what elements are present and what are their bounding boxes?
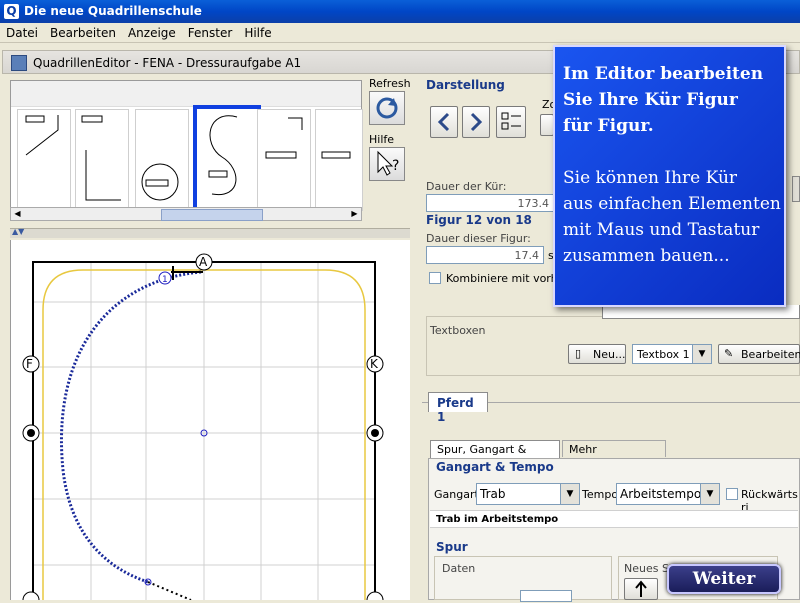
marker-right-bottom xyxy=(366,591,384,603)
help-cursor-icon: ? xyxy=(377,150,399,176)
help-button[interactable]: ? xyxy=(369,147,405,181)
daten-label: Daten xyxy=(442,562,476,575)
letter-k: K xyxy=(370,357,379,371)
figure-thumbnail[interactable] xyxy=(257,109,311,211)
scroll-right-icon[interactable]: ▶ xyxy=(349,209,360,219)
dropdown-arrow-icon[interactable]: ▼ xyxy=(700,484,719,504)
daten-field[interactable] xyxy=(520,590,572,602)
checklist-button[interactable] xyxy=(496,106,526,138)
textbox-edit-label: Bearbeiten... xyxy=(741,348,800,361)
refresh-button[interactable] xyxy=(369,91,405,125)
tutorial-overlay: Im Editor bearbeiten Sie Ihre Kür Figur … xyxy=(553,45,786,307)
tab-mehr-einstellungen[interactable]: Mehr Einstellungen xyxy=(562,440,666,469)
figure-title: Figur 12 von 18 xyxy=(426,213,532,227)
tab-spur-gangart[interactable]: Spur, Gangart & Tempo xyxy=(430,440,560,469)
rueckwaerts-checkbox[interactable] xyxy=(726,488,738,500)
figure-thumbnail[interactable] xyxy=(75,109,129,211)
spur-up-button[interactable] xyxy=(624,578,658,600)
arrow-up-icon xyxy=(635,580,647,597)
textbox-new-button[interactable]: ▯ Neu... xyxy=(568,344,626,364)
menu-datei[interactable]: Datei xyxy=(0,23,44,40)
letter-f: F xyxy=(26,357,33,371)
overlay-heading-line: Sie Ihre Kür Figur xyxy=(563,90,738,110)
figure-path[interactable] xyxy=(60,270,202,584)
darstellung-label: Darstellung xyxy=(426,78,505,92)
tempo-value: Arbeitstempo xyxy=(620,487,702,501)
gangart-value: Trab xyxy=(480,487,506,501)
dropdown-arrow-icon[interactable]: ▼ xyxy=(560,484,579,504)
kombiniere-checkbox[interactable] xyxy=(429,272,441,284)
chevron-left-icon xyxy=(437,112,450,132)
textbox-new-label: Neu... xyxy=(593,348,626,361)
gangart-tempo-label: Gangart & Tempo xyxy=(436,460,554,474)
figure-thumbnail-selected[interactable] xyxy=(193,105,261,217)
svg-text:?: ? xyxy=(392,158,399,174)
overlay-body-line: mit Maus und Tastatur xyxy=(563,220,760,240)
next-figure-button[interactable] xyxy=(462,106,490,138)
textbox-edit-button[interactable]: ✎ Bearbeiten... xyxy=(718,344,800,364)
kuer-duration-label: Dauer der Kür: xyxy=(426,180,507,193)
app-icon: Q xyxy=(4,4,19,19)
overlay-body: Sie können Ihre Kür aus einfachen Elemen… xyxy=(563,165,781,269)
overlay-heading-line: Im Editor bearbeiten xyxy=(563,64,764,84)
window-titlebar: Q Die neue Quadrillenschule xyxy=(0,0,800,23)
thumb-header xyxy=(11,81,361,107)
marker-left-bottom xyxy=(22,591,40,603)
editor-title: QuadrillenEditor - FENA - Dressuraufgabe… xyxy=(33,56,302,70)
kuer-duration-field[interactable]: 173.4 xyxy=(426,194,554,212)
hilfe-label: Hilfe xyxy=(369,133,395,146)
refresh-label: Refresh xyxy=(369,77,411,90)
new-doc-icon: ▯ xyxy=(575,347,582,360)
textbox-select-value: Textbox 1 xyxy=(637,348,690,361)
prev-figure-button[interactable] xyxy=(430,106,458,138)
figure-duration-label: Dauer dieser Figur: xyxy=(426,232,531,245)
menubar: Datei Bearbeiten Anzeige Fenster Hilfe xyxy=(0,23,800,43)
tempo-select[interactable]: Arbeitstempo ▼ xyxy=(616,483,720,505)
letter-a: A xyxy=(199,255,208,269)
figure-duration-field[interactable]: 17.4 xyxy=(426,246,544,264)
overlay-body-line: Sie können Ihre Kür xyxy=(563,168,738,188)
scroll-left-icon[interactable]: ◀ xyxy=(12,209,23,219)
menu-hilfe[interactable]: Hilfe xyxy=(238,23,277,40)
figure-thumbnail[interactable] xyxy=(135,109,189,211)
refresh-icon xyxy=(376,97,398,119)
gangart-summary: Trab im Arbeitstempo xyxy=(430,510,798,528)
edit-icon: ✎ xyxy=(724,347,734,360)
figure-thumbnail[interactable] xyxy=(315,109,363,211)
editor-icon xyxy=(11,55,27,71)
spur-label: Spur xyxy=(436,540,468,554)
partial-button[interactable] xyxy=(792,176,800,202)
overlay-shadow-field xyxy=(602,305,800,319)
marker-right-dot xyxy=(371,429,379,437)
gangart-select[interactable]: Trab ▼ xyxy=(476,483,580,505)
scroll-thumb[interactable] xyxy=(161,209,263,221)
splitter[interactable]: ▲▼ xyxy=(10,227,410,238)
menu-fenster[interactable]: Fenster xyxy=(182,23,239,40)
figure-start-label: 1 xyxy=(162,275,168,285)
figure-thumbnail-strip xyxy=(10,80,363,217)
weiter-button[interactable]: Weiter xyxy=(667,564,781,594)
window-title: Die neue Quadrillenschule xyxy=(24,4,202,18)
overlay-body-line: zusammen bauen... xyxy=(563,246,730,266)
tab-pferd-1[interactable]: Pferd 1 xyxy=(428,392,488,424)
overlay-heading-line: für Figur. xyxy=(563,116,654,136)
menu-bearbeiten[interactable]: Bearbeiten xyxy=(44,23,122,40)
checklist-icon xyxy=(501,112,521,130)
zoom-button[interactable] xyxy=(540,114,554,136)
dropdown-arrow-icon[interactable]: ▼ xyxy=(692,345,711,363)
marker-left-dot xyxy=(27,429,35,437)
dressage-arena[interactable]: A F K 1 xyxy=(10,240,411,603)
textboxen-label: Textboxen xyxy=(430,324,486,337)
arena-canvas[interactable]: A F K 1 xyxy=(11,240,411,603)
thumbnail-scrollbar[interactable]: ◀ ▶ xyxy=(10,207,362,221)
chevron-right-icon xyxy=(470,112,483,132)
overlay-body-line: aus einfachen Elementen xyxy=(563,194,781,214)
figure-thumbnail[interactable] xyxy=(17,109,71,211)
collapse-icon[interactable]: ▲▼ xyxy=(12,227,24,236)
next-path xyxy=(147,581,192,601)
textbox-select[interactable]: Textbox 1 ▼ xyxy=(632,344,712,364)
menu-anzeige[interactable]: Anzeige xyxy=(122,23,182,40)
overlay-heading: Im Editor bearbeiten Sie Ihre Kür Figur … xyxy=(563,61,763,139)
